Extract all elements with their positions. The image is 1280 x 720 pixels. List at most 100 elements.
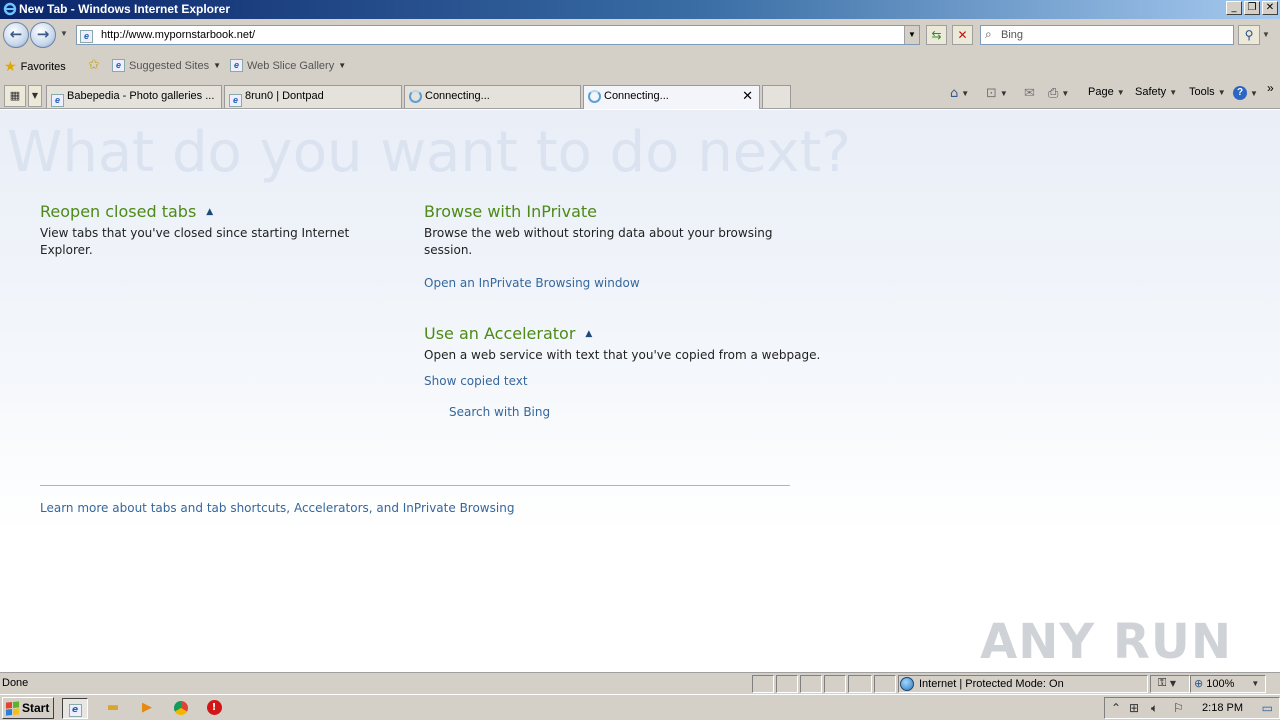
status-text: Done [2,677,29,689]
loading-spinner-icon [588,90,601,109]
taskbar-chrome-button[interactable] [168,698,194,719]
tab-label: 8run0 | Dontpad [245,90,324,102]
collapse-arrow-icon[interactable]: ▲ [206,207,213,217]
windows-logo-icon [6,700,19,716]
open-inprivate-link[interactable]: Open an InPrivate Browsing window [424,276,640,290]
ie-page-icon: e [229,90,242,108]
address-bar[interactable]: e http://www.mypornstarbook.net/ ▼ [76,25,920,45]
page-menu-button[interactable]: Page ▼ [1088,86,1125,98]
back-button[interactable]: ← [3,22,29,48]
suggested-sites-button[interactable]: e Suggested Sites ▼ [112,59,221,72]
tab-dontpad[interactable]: e 8run0 | Dontpad [224,85,402,108]
search-with-bing-link[interactable]: Search with Bing [449,405,550,419]
tab-list-button[interactable]: ▼ [28,85,42,107]
page-heading: What do you want to do next? [7,120,852,185]
folder-icon: ▬ [106,700,120,715]
mail-icon: ✉ [1024,86,1035,101]
status-cell [824,675,846,693]
more-commands-chevron[interactable]: » [1267,81,1274,95]
tools-menu-button[interactable]: Tools ▼ [1189,86,1226,98]
quick-tabs-button[interactable]: ▦ [4,85,26,107]
help-menu-button[interactable]: ? ▼ [1233,86,1258,100]
feeds-button[interactable]: ⊡ ▼ [986,86,1008,101]
home-icon: ⌂ [950,86,959,101]
show-hidden-icons-arrow[interactable]: ⌃ [1111,701,1121,715]
search-options-dropdown[interactable]: ▼ [1262,30,1270,39]
red-stop-icon: ! [206,700,222,715]
favorites-button[interactable]: ★ Favorites [4,59,66,75]
collapse-arrow-icon[interactable]: ▲ [585,329,592,339]
favorites-label: Favorites [20,61,66,73]
new-tab-button[interactable] [762,85,791,108]
search-input[interactable]: ⌕ Bing [980,25,1234,45]
show-desktop-icon[interactable]: ▭ [1262,701,1273,715]
lock-icon: ⚿ ▼ [1158,676,1177,689]
tab-connecting[interactable]: Connecting... [404,85,581,108]
status-cell [800,675,822,693]
web-slice-gallery-label: Web Slice Gallery [247,59,335,72]
anyrun-watermark: ANY RUN [980,614,1232,670]
ie-logo-icon [3,2,17,19]
stop-button[interactable]: ✕ [952,25,973,45]
inprivate-description-line1: Browse the web without storing data abou… [424,226,773,240]
page-menu-label: Page [1088,86,1114,98]
minimize-button[interactable]: _ [1226,1,1242,15]
security-zone[interactable]: Internet | Protected Mode: On [900,677,1064,691]
clock[interactable]: 2:18 PM [1202,702,1243,714]
url-input[interactable]: http://www.mypornstarbook.net/ [101,29,255,41]
status-cell [776,675,798,693]
web-slice-gallery-button[interactable]: e Web Slice Gallery ▼ [230,59,346,72]
tab-label: Connecting... [425,90,490,102]
reopen-closed-tabs-title[interactable]: Reopen closed tabs ▲ [40,202,213,221]
chevron-down-icon: ▼ [1251,679,1260,688]
star-icon: ★ [4,59,17,75]
accelerator-title[interactable]: Use an Accelerator ▲ [424,324,592,343]
address-dropdown-button[interactable]: ▼ [904,26,919,44]
tools-menu-label: Tools [1189,86,1215,98]
favorites-bar: ★ Favorites ✩ e Suggested Sites ▼ e Web … [0,52,1280,81]
ie-app-icon: e [68,704,82,717]
new-tab-page: What do you want to do next? Reopen clos… [0,110,1280,672]
tab-connecting-active[interactable]: Connecting... ✕ [583,85,760,109]
media-player-icon: ▶ [142,700,152,715]
tab-babepedia[interactable]: e Babepedia - Photo galleries ... [46,85,222,108]
tab-bar: ▦ ▼ e Babepedia - Photo galleries ... e … [0,81,1280,109]
add-favorite-star-icon: ✩ [88,57,100,73]
home-button[interactable]: ⌂ ▼ [950,86,969,101]
page-ie-icon: e [80,28,93,43]
status-bar: Done Internet | Protected Mode: On ⚿ ▼ ⊕… [0,672,1280,694]
print-button[interactable]: ⎙ ▼ [1048,86,1069,101]
network-icon[interactable]: ⊞ [1129,701,1139,715]
close-window-button[interactable]: ✕ [1262,1,1278,15]
safety-menu-label: Safety [1135,86,1167,98]
taskbar-media-player-button[interactable]: ▶ [134,698,160,719]
status-cell [874,675,896,693]
volume-icon[interactable]: 🔈︎ [1151,701,1158,716]
read-mail-button[interactable]: ✉ [1024,86,1035,101]
suggested-sites-label: Suggested Sites [129,59,210,72]
close-tab-icon[interactable]: ✕ [742,86,753,107]
zoom-control[interactable]: ⊕ 100% ▼ [1194,677,1259,690]
safety-menu-button[interactable]: Safety ▼ [1135,86,1177,98]
taskbar-explorer-button[interactable]: ▬ [100,698,126,719]
refresh-button[interactable]: ⇆ [926,25,947,45]
search-go-button[interactable]: ⚲ [1238,25,1260,45]
recent-pages-dropdown[interactable]: ▼ [60,29,68,38]
zoom-magnifier-icon: ⊕ [1194,677,1204,690]
ie-page-icon: e [230,59,243,72]
action-center-flag-icon[interactable]: ⚐ [1173,701,1184,715]
start-button[interactable]: Start [2,697,54,719]
tab-label: Babepedia - Photo galleries ... [67,90,215,102]
internet-globe-icon [900,677,914,691]
taskbar-ie-button[interactable]: e [62,698,88,719]
taskbar-stop-sign-button[interactable]: ! [201,698,227,719]
add-to-favorites-bar-button[interactable]: ✩ [88,57,100,73]
inprivate-description-line2: session. [424,243,473,257]
reopen-description: View tabs that you've closed since start… [40,226,350,257]
restore-button[interactable]: ❐ [1244,1,1260,15]
show-copied-text-link[interactable]: Show copied text [424,374,528,388]
status-cell [848,675,872,693]
learn-more-link[interactable]: Learn more about tabs and tab shortcuts,… [40,501,514,515]
window-title: New Tab - Windows Internet Explorer [19,2,231,16]
forward-button[interactable]: → [30,22,56,48]
